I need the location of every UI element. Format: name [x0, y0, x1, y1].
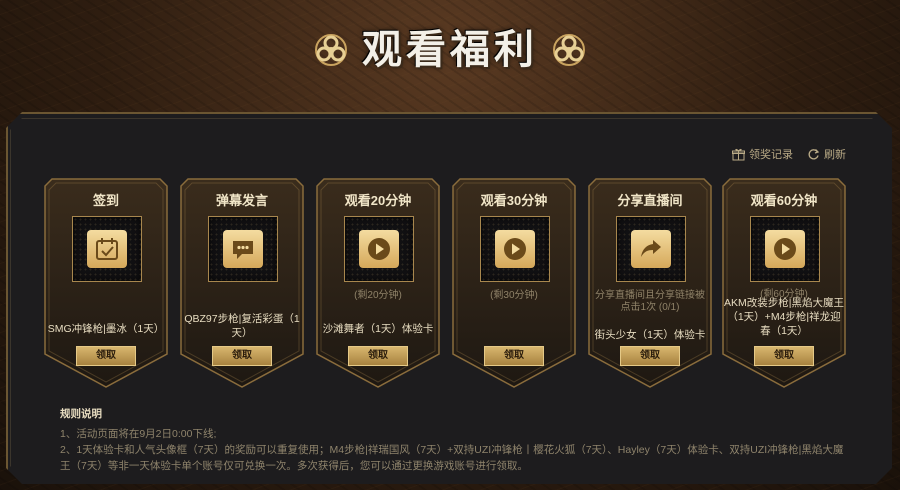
card-icon-box [480, 216, 550, 282]
biohazard-icon [553, 34, 586, 66]
task-card: 弹幕发言 QBZ97步枪|复活彩蛋（1天） 领取 [180, 178, 304, 388]
calendar-check-icon [87, 230, 127, 268]
card-icon-box [72, 216, 142, 282]
rules-title: 规则说明 [60, 408, 102, 420]
task-card: 观看60分钟 (剩60分钟) AKM改装步枪|黑焰大魔王（1天）+M4步枪|祥龙迎春… [722, 178, 846, 388]
card-icon-box [344, 216, 414, 282]
card-reward: AKM改装步枪|黑焰大魔王（1天）+M4步枪|祥龙迎春（1天） [724, 297, 844, 337]
rules-section: 规则说明 1、活动页面将在9月2日0:00下线; 2、1天体验卡和人气头像框（7… [60, 406, 850, 474]
biohazard-icon [314, 34, 347, 66]
card-title: 观看60分钟 [750, 193, 818, 208]
card-reward: QBZ97步枪|复活彩蛋（1天） [184, 313, 300, 339]
claim-button[interactable]: 领取 [76, 346, 136, 366]
card-title: 签到 [92, 193, 119, 208]
refresh-label: 刷新 [824, 149, 846, 161]
card-progress: 分享直播间且分享链接被点击1次 (0/1) [595, 290, 705, 313]
refresh-icon [808, 148, 820, 159]
card-progress: (剩30分钟) [490, 290, 538, 301]
claim-button[interactable]: 领取 [212, 346, 272, 366]
share-arrow-icon [631, 230, 671, 268]
play-icon [495, 230, 535, 268]
page-header: 观看福利 [0, 20, 900, 90]
card-title: 观看20分钟 [344, 193, 412, 208]
card-icon-box [208, 216, 278, 282]
claim-button[interactable]: 领取 [754, 346, 814, 366]
refresh-button[interactable]: 刷新 [807, 146, 846, 162]
claim-button[interactable]: 领取 [484, 346, 544, 366]
card-icon-box [616, 216, 686, 282]
gift-icon [732, 148, 745, 160]
card-reward: 沙滩舞者（1天）体验卡 [322, 323, 434, 335]
card-reward: 街头少女（1天）体验卡 [594, 329, 706, 341]
records-label: 领奖记录 [749, 149, 793, 161]
claim-button[interactable]: 领取 [620, 346, 680, 366]
card-title: 分享直播间 [617, 193, 683, 208]
card-title: 观看30分钟 [480, 193, 548, 208]
rules-line: 2、1天体验卡和人气头像框（7天）的奖励可以重复使用；M4步枪|祥瑞国风（7天）… [60, 444, 844, 472]
panel-toolbar: 领奖记录 刷新 [732, 146, 846, 162]
claim-button[interactable]: 领取 [348, 346, 408, 366]
card-icon-box [750, 216, 820, 282]
task-card: 分享直播间分享直播间且分享链接被点击1次 (0/1) 街头少女（1天）体验卡领取 [588, 178, 712, 388]
play-icon [359, 230, 399, 268]
card-title: 弹幕发言 [215, 193, 268, 208]
page-title: 观看福利 [362, 27, 538, 73]
task-card: 观看20分钟 (剩20分钟) 沙滩舞者（1天）体验卡领取 [316, 178, 440, 388]
task-card: 观看30分钟 (剩30分钟) 领取 [452, 178, 576, 388]
task-card: 签到 SMG冲锋枪|墨冰（1天） 领取 [44, 178, 168, 388]
card-progress: (剩20分钟) [354, 290, 402, 301]
play-icon [765, 230, 805, 268]
card-reward: SMG冲锋枪|墨冰（1天） [47, 323, 165, 335]
rules-line: 1、活动页面将在9月2日0:00下线; [60, 428, 217, 440]
records-button[interactable]: 领奖记录 [732, 146, 793, 162]
chat-bubble-icon [223, 230, 263, 268]
